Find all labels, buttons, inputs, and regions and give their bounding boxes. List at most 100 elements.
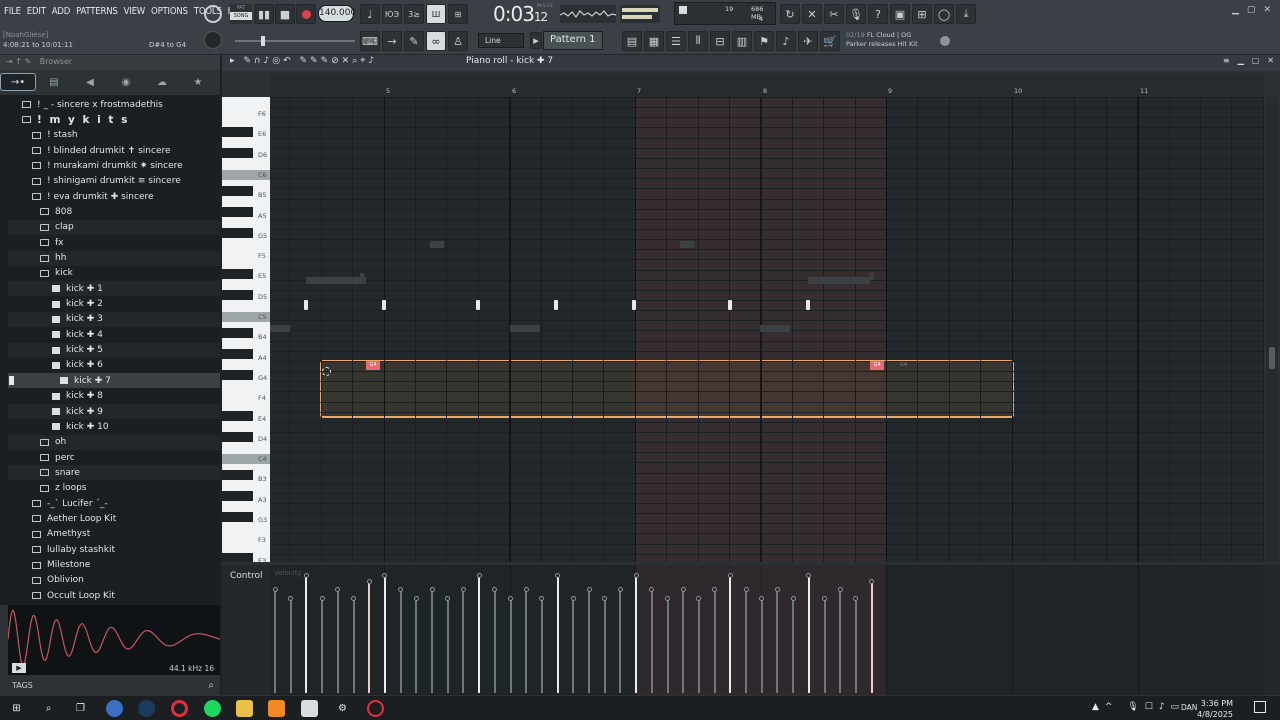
browser-item[interactable]: ! _ - sincere x frostmadethis [22,97,163,112]
black-key[interactable] [222,228,253,238]
velocity-handle[interactable] [398,587,404,592]
browser-item[interactable]: 808 [40,204,72,219]
velocity-bar[interactable] [352,598,355,693]
tray-icons[interactable]: ▲^ 🎙☐♪▭ [1092,702,1185,712]
velocity-bar[interactable] [556,575,559,693]
notifications-icon[interactable] [1254,701,1266,713]
browser-item[interactable]: kick ✚ 5 [52,343,103,358]
browser-item[interactable]: kick ✚ 1 [52,281,103,296]
pr-maximize-icon[interactable]: ▢ [1252,56,1260,65]
velocity-bar[interactable] [682,589,685,693]
windows-start-icon[interactable]: ⊞ [8,700,25,717]
fl-studio-icon[interactable] [268,700,285,717]
tab-speaker-icon[interactable]: ◀ [72,73,108,91]
master-pitch-knob[interactable] [204,31,222,49]
velocity-bar[interactable] [274,589,276,693]
menu-item-options[interactable]: OPTIONS [151,6,188,17]
velocity-bar[interactable] [776,589,779,693]
spotify-icon[interactable] [204,700,221,717]
velocity-handle[interactable] [633,573,639,578]
browser-item[interactable]: kick ✚ 3 [52,312,103,327]
tab-files-icon[interactable]: ▤ [36,73,72,91]
browser-item[interactable]: lullaby stashkit [32,542,115,557]
browser-item[interactable]: kick ✚ 2 [52,297,103,312]
velocity-bar[interactable] [870,581,873,693]
velocity-handle[interactable] [602,596,608,601]
metronome-button[interactable]: ♩ [360,4,380,24]
playlist-icon[interactable]: ▤ [622,31,642,51]
opera-icon[interactable] [171,700,188,717]
menu-item-file[interactable]: FILE [4,6,21,17]
obs-icon[interactable] [367,700,384,717]
browser-item[interactable]: ! murakami drumkit ✷ sincere [32,158,183,173]
chrome-icon[interactable] [106,700,123,717]
browser-item[interactable]: z loops [40,481,87,496]
velocity-handle[interactable] [727,573,733,578]
browser-item[interactable]: perc [40,450,75,465]
browser-item[interactable]: oh [40,435,66,450]
velocity-bar[interactable] [415,598,418,693]
main-knob[interactable] [204,5,222,23]
velocity-bar[interactable] [478,575,481,693]
typing-keyboard-icon[interactable]: ⌨ [360,31,380,51]
velocity-handle[interactable] [743,587,749,592]
black-key[interactable] [222,328,253,338]
preview-play-icon[interactable]: ▶ [12,663,26,673]
velocity-bar[interactable] [823,598,826,693]
black-key[interactable] [222,553,253,562]
velocity-bar[interactable] [650,589,653,693]
countdown-button[interactable]: 3≥ [404,4,424,24]
piano-roll-tools[interactable]: ▸ ✎∩♪◎↶ ✎✎✎⊘✕⌕⌖♪ [230,56,377,66]
channel-rack-icon[interactable]: ☰ [666,31,686,51]
velocity-handle[interactable] [351,596,356,601]
note[interactable] [632,300,636,310]
arrow-icon[interactable]: → [382,31,402,51]
mixer-icon[interactable]: ⊞ [912,4,932,24]
velocity-bar[interactable] [854,598,857,693]
news-icon[interactable] [940,36,950,46]
pattern-arrow-icon[interactable]: ▸ [530,32,542,49]
velocity-bar[interactable] [713,589,716,693]
velocity-bar[interactable] [603,598,606,693]
velocity-bar[interactable] [383,575,386,693]
velocity-handle[interactable] [586,587,592,592]
velocity-handle[interactable] [288,596,294,601]
piano-roll-icon[interactable]: ▦ [644,31,664,51]
browser-nav-icons[interactable]: ⇥ ↑ ✎ [6,57,34,66]
chat-icon[interactable]: ◯ [934,4,954,24]
velocity-lane[interactable]: Velocity [270,565,1264,695]
stop-button[interactable]: ■ [275,4,295,24]
browser-item[interactable]: kick ✚ 7 [60,373,111,389]
taskbar-search-icon[interactable]: ⌕ [40,700,57,717]
velocity-bar[interactable] [697,598,700,693]
velocity-handle[interactable] [617,587,623,592]
velocity-bar[interactable] [509,598,512,693]
velocity-bar[interactable] [446,598,449,693]
velocity-bar[interactable] [399,589,402,693]
black-key[interactable] [222,491,253,501]
velocity-handle[interactable] [539,596,545,601]
velocity-handle[interactable] [319,596,325,601]
reload-icon[interactable]: ↻ [780,4,800,24]
browser-item[interactable]: Aether Loop Kit [32,511,116,526]
note-grid[interactable]: G4 G4 G4 [270,97,1264,562]
velocity-handle[interactable] [570,596,576,601]
black-key[interactable] [222,512,253,522]
menu-item-patterns[interactable]: PATTERNS [76,6,118,17]
velocity-bar[interactable] [635,575,638,693]
velocity-bar[interactable] [368,581,371,693]
link-icon[interactable]: ∞ [426,31,446,51]
pattern-selector[interactable]: Pattern 1 [543,31,603,50]
tab-all-icon[interactable]: →• [0,73,36,91]
language-indicator[interactable]: DAN [1181,703,1197,712]
pr-menu-icon[interactable]: ≡ [1223,56,1230,65]
browser-window-icon[interactable]: ▥ [732,31,752,51]
velocity-bar[interactable] [807,575,810,693]
browser-item[interactable]: ! stash [32,128,78,143]
wait-input-button[interactable]: ЮЭ [382,4,402,24]
browser-item[interactable]: -_` Lucifer ´_- [32,496,108,511]
browser-item[interactable]: kick ✚ 6 [52,358,103,373]
velocity-bar[interactable] [431,589,433,693]
settings-icon[interactable]: ⚙ [334,700,351,717]
snap-selector[interactable]: Line [478,33,524,48]
